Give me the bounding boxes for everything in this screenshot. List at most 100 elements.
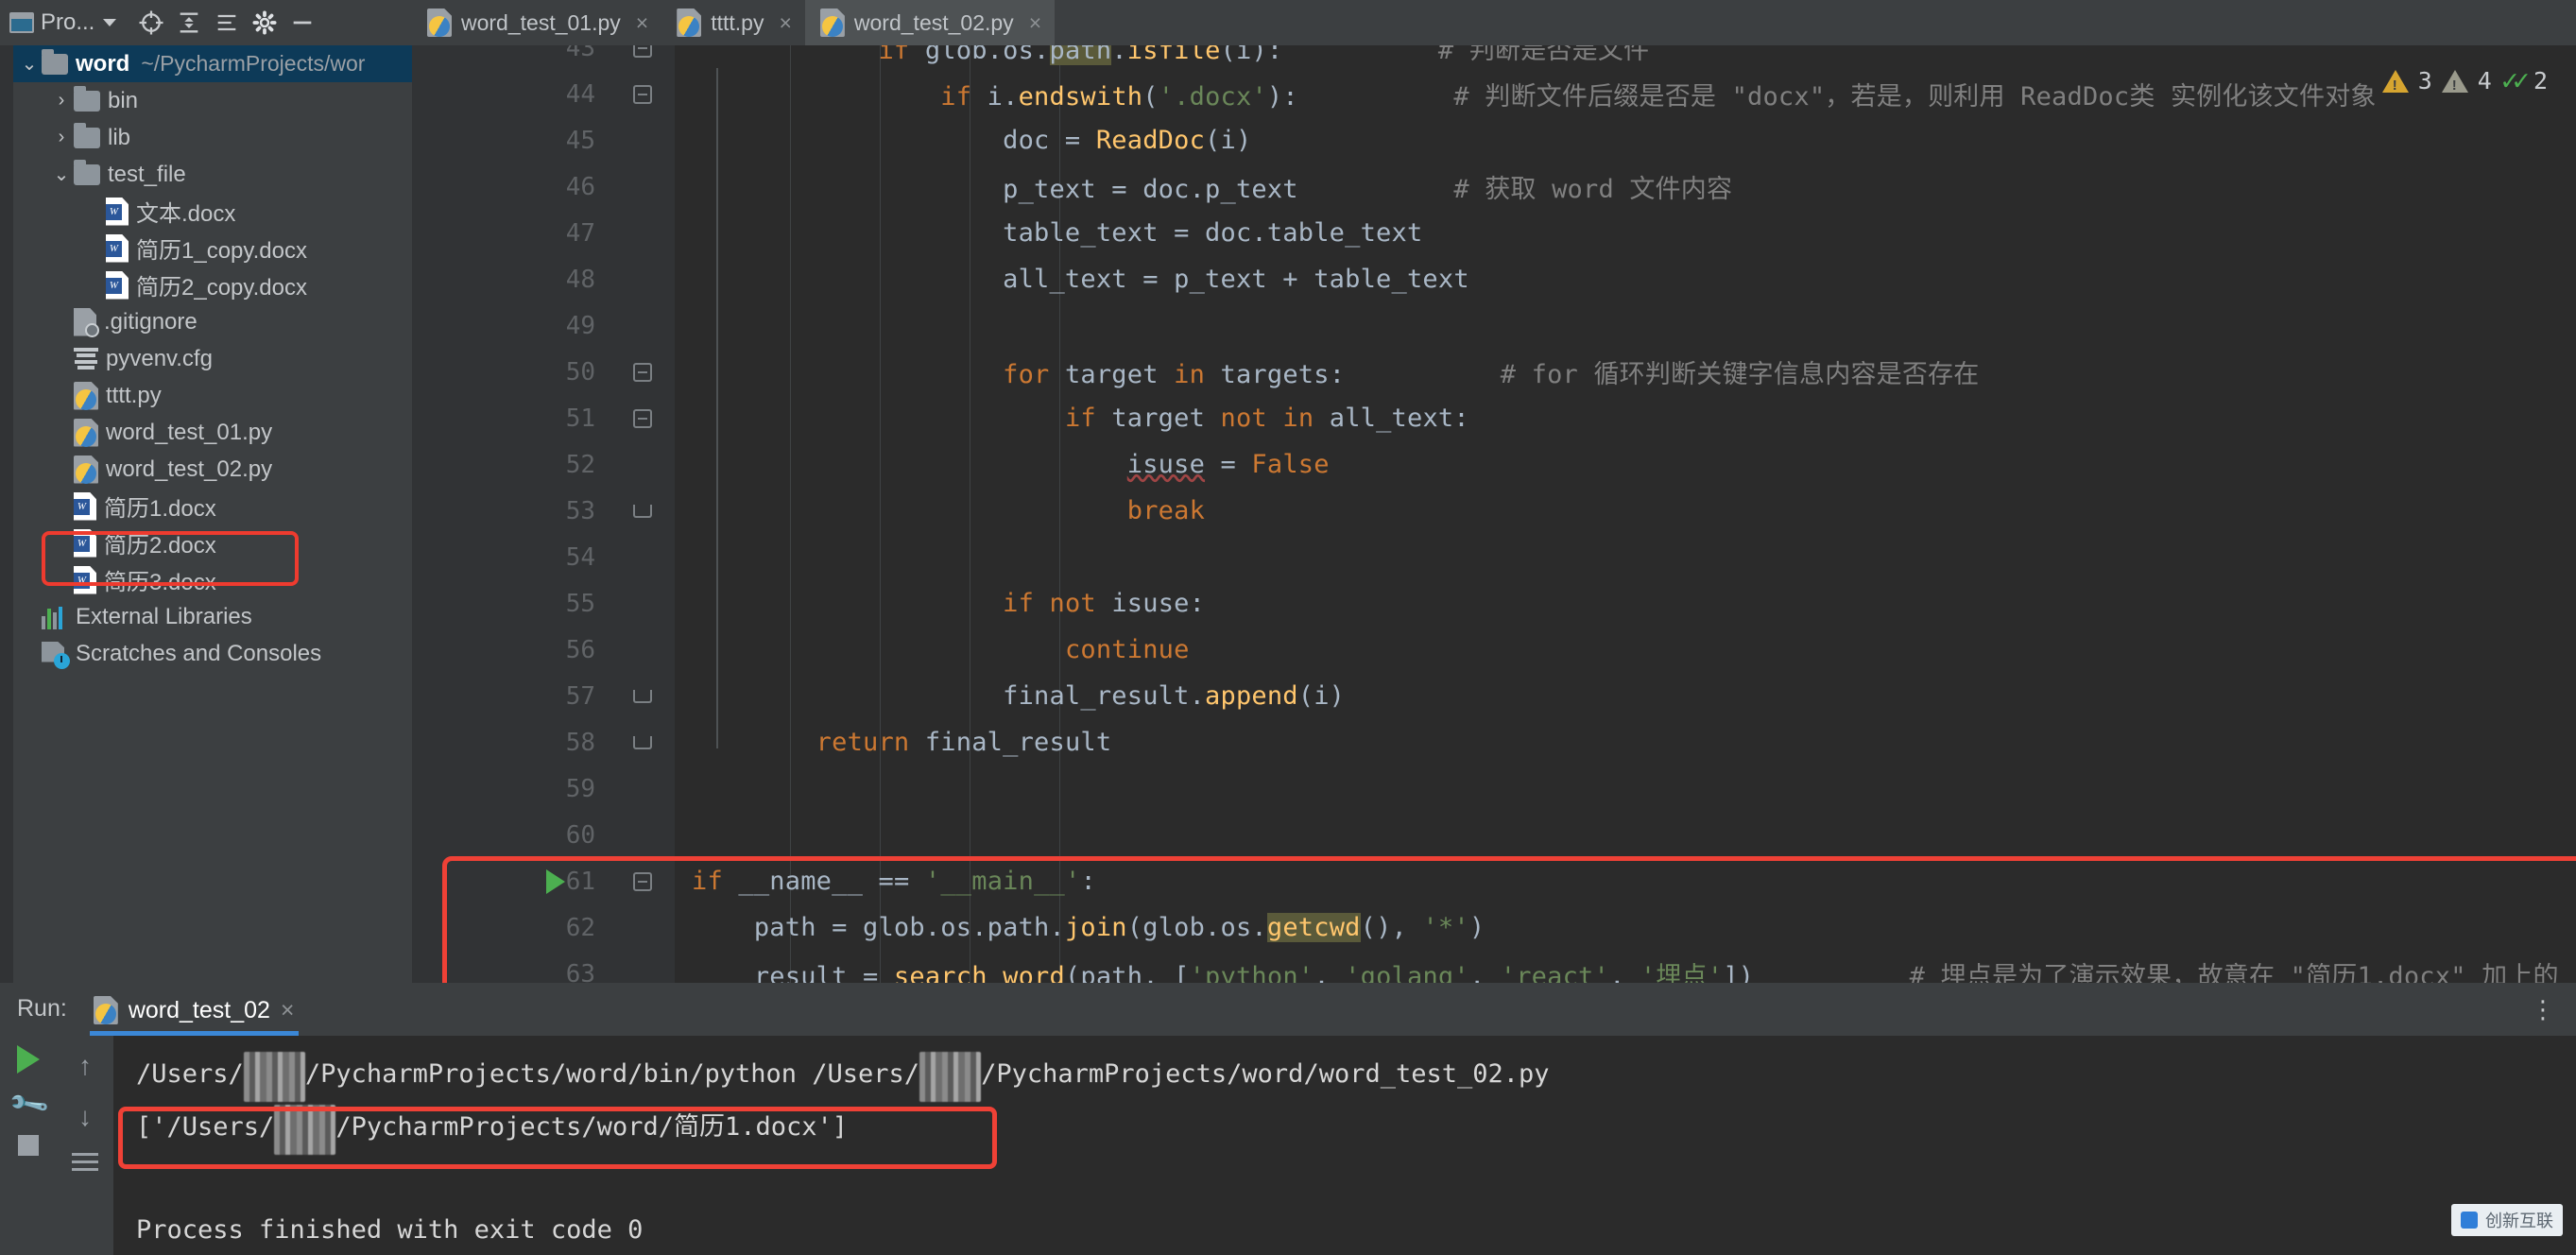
editor-line-59[interactable]: 59: [412, 765, 2576, 812]
editor-tab-word-test-01[interactable]: word_test_01.py ×: [412, 0, 662, 45]
editor-line-54[interactable]: 54: [412, 534, 2576, 580]
line-number: 57: [412, 673, 610, 719]
editor-line-51[interactable]: 51 if target not in all_text:: [412, 395, 2576, 441]
stop-icon[interactable]: [18, 1135, 39, 1156]
code-text: if not isuse:: [1003, 589, 1206, 618]
editor-line-45[interactable]: 45 doc = ReadDoc(i): [412, 117, 2576, 163]
fold-gutter: [610, 904, 675, 951]
external-libraries-icon: [42, 605, 68, 629]
fold-gutter: [610, 673, 675, 719]
soft-wrap-icon[interactable]: [72, 1153, 98, 1171]
editor-line-46[interactable]: 46 p_text = doc.p_text # 获取 word 文件内容: [412, 163, 2576, 210]
code-text: result = search_word(path, ['python', 'g…: [692, 962, 2559, 983]
inspection-badges[interactable]: 3 4 ✓✓ 2: [2381, 64, 2548, 97]
tree-item-tttt-py[interactable]: ›tttt.py: [0, 377, 412, 414]
editor-line-55[interactable]: 55 if not isuse:: [412, 580, 2576, 627]
tree-item-test-file[interactable]: ⌄ test_file: [0, 156, 412, 193]
tree-item-scratches-and-consoles[interactable]: ›Scratches and Consoles: [0, 635, 412, 672]
tree-item--1-copy-docx[interactable]: ›W简历1_copy.docx: [0, 230, 412, 266]
close-icon[interactable]: ×: [1029, 10, 1041, 36]
run-line-icon[interactable]: [546, 868, 565, 894]
fold-end-icon[interactable]: [633, 735, 652, 749]
line-number: 47: [412, 210, 610, 256]
editor-line-56[interactable]: 56 continue: [412, 627, 2576, 673]
tree-item-word-test-01-py[interactable]: ›word_test_01.py: [0, 414, 412, 451]
warning-icon: [2381, 69, 2409, 94]
editor-line-49[interactable]: 49: [412, 302, 2576, 349]
locate-icon[interactable]: [135, 7, 167, 39]
editor-line-50[interactable]: 50 for target in targets: # for 循环判断关键字信…: [412, 349, 2576, 395]
fold-collapse-icon[interactable]: [633, 84, 652, 104]
editor-line-48[interactable]: 48 all_text = p_text + table_text: [412, 256, 2576, 302]
editor-line-62[interactable]: 62 path = glob.os.path.join(glob.os.getc…: [412, 904, 2576, 951]
code-editor[interactable]: 43 if glob.os.path.isfile(i): # 判断是否是文件 4…: [412, 45, 2576, 983]
fold-gutter: [610, 951, 675, 983]
rerun-icon[interactable]: [17, 1045, 40, 1074]
fold-gutter: [610, 45, 675, 71]
chevron-down-icon[interactable]: ⌄: [17, 52, 42, 76]
minimize-icon[interactable]: [286, 7, 318, 39]
tree-item-path: ~/PycharmProjects/wor: [141, 51, 366, 76]
close-icon[interactable]: ×: [281, 997, 295, 1024]
run-configuration-tab[interactable]: word_test_02 ×: [84, 996, 310, 1036]
fold-gutter: [610, 719, 675, 765]
editor-line-60[interactable]: 60: [412, 812, 2576, 858]
expand-icon[interactable]: [211, 7, 243, 39]
tree-item-word-test-02-py[interactable]: ›word_test_02.py: [0, 451, 412, 488]
more-options-icon[interactable]: ⋮: [2531, 995, 2576, 1036]
editor-line-47[interactable]: 47 table_text = doc.table_text: [412, 210, 2576, 256]
editor-line-44[interactable]: 44 if i.endswith('.docx'): # 判断文件后缀是否是 "…: [412, 71, 2576, 117]
editor-scrollbar[interactable]: [2559, 45, 2576, 983]
close-icon[interactable]: ×: [779, 10, 791, 36]
tree-item-pyvenv-cfg[interactable]: ›pyvenv.cfg: [0, 340, 412, 377]
editor-line-63[interactable]: 63 result = search_word(path, ['python',…: [412, 951, 2576, 983]
editor-line-58[interactable]: 58 return final_result: [412, 719, 2576, 765]
arrow-up-icon[interactable]: ↑: [78, 1051, 92, 1081]
chevron-down-icon[interactable]: ⌄: [49, 163, 74, 186]
docx-file-icon: W: [106, 197, 129, 226]
close-icon[interactable]: ×: [636, 10, 648, 36]
tree-item--3-docx[interactable]: ›W简历3.docx: [0, 561, 412, 598]
folder-icon: [74, 159, 100, 185]
wrench-icon[interactable]: 🔧: [6, 1082, 50, 1126]
line-number: 56: [412, 627, 610, 673]
tree-item--docx[interactable]: ›W文本.docx: [0, 193, 412, 230]
fold-collapse-icon[interactable]: [633, 871, 652, 891]
settings-gear-icon[interactable]: [249, 7, 281, 39]
tree-item-external-libraries[interactable]: ›External Libraries: [0, 598, 412, 635]
tree-item-bin[interactable]: › bin: [0, 82, 412, 119]
chevron-right-icon[interactable]: ›: [49, 127, 74, 148]
editor-line-61[interactable]: 61 if __name__ == '__main__':: [412, 858, 2576, 904]
line-number: 60: [412, 812, 610, 858]
tree-item--2-copy-docx[interactable]: ›W简历2_copy.docx: [0, 266, 412, 303]
python-file-icon: [93, 996, 118, 1024]
editor-tab-tttt[interactable]: tttt.py ×: [661, 0, 805, 45]
fold-end-icon[interactable]: [633, 689, 652, 703]
fold-collapse-icon[interactable]: [633, 408, 652, 428]
collapse-all-icon[interactable]: [173, 7, 205, 39]
editor-line-57[interactable]: 57 final_result.append(i): [412, 673, 2576, 719]
chevron-down-icon[interactable]: [103, 19, 117, 26]
tab-label: word_test_01.py: [461, 9, 621, 35]
console-output[interactable]: /Users/████/PycharmProjects/word/bin/pyt…: [113, 1036, 2576, 1255]
tree-item-lib[interactable]: › lib: [0, 119, 412, 156]
chevron-right-icon[interactable]: ›: [49, 90, 74, 112]
fold-collapse-icon[interactable]: [633, 362, 652, 382]
fold-end-icon[interactable]: [633, 504, 652, 518]
fold-collapse-icon[interactable]: [633, 45, 652, 58]
tree-item--2-docx[interactable]: ›W简历2.docx: [0, 524, 412, 561]
tree-item--1-docx[interactable]: ›W简历1.docx: [0, 488, 412, 524]
arrow-down-icon[interactable]: ↓: [78, 1102, 92, 1132]
project-tool-title[interactable]: Pro...: [9, 9, 117, 36]
tree-item-word[interactable]: ⌄ word ~/PycharmProjects/wor: [0, 45, 412, 82]
editor-line-43[interactable]: 43 if glob.os.path.isfile(i): # 判断是否是文件: [412, 45, 2576, 71]
tab-label: word_test_02.py: [853, 9, 1014, 35]
tool-window-strip: [0, 45, 13, 983]
tree-item--gitignore[interactable]: ›.gitignore: [0, 303, 412, 340]
folder-icon: [74, 85, 100, 112]
editor-line-53[interactable]: 53 break: [412, 488, 2576, 534]
redacted-username: ████: [243, 1052, 305, 1102]
editor-tab-word-test-02[interactable]: word_test_02.py ×: [804, 0, 1056, 45]
editor-line-52[interactable]: 52 isuse = False: [412, 441, 2576, 488]
